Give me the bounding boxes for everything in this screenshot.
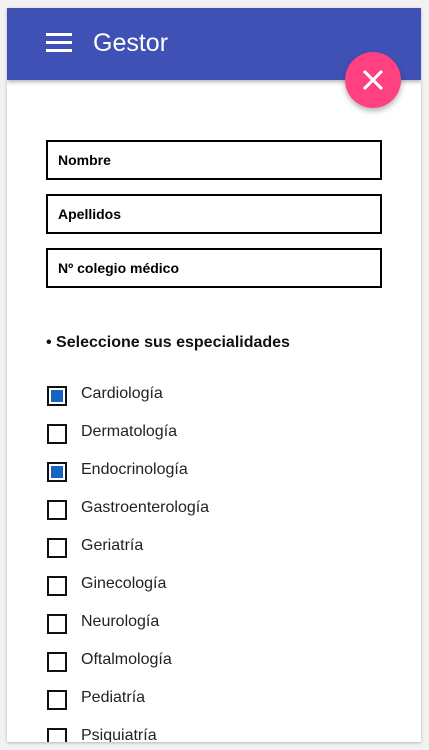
- hamburger-menu-icon[interactable]: [46, 31, 74, 53]
- especialidad-checkbox-row[interactable]: Oftalmología: [46, 648, 386, 676]
- especialidad-label: Endocrinología: [81, 461, 188, 478]
- especialidad-label: Pediatría: [81, 689, 146, 706]
- app-title: Gestor: [93, 29, 169, 57]
- colegio-medico-input[interactable]: [48, 250, 376, 286]
- especialidad-checkbox-row[interactable]: Geriatría: [46, 534, 386, 562]
- especialidad-label: Ginecología: [81, 575, 167, 592]
- checkbox[interactable]: [47, 538, 67, 558]
- checkbox[interactable]: [47, 728, 67, 742]
- especialidad-label: Oftalmología: [81, 651, 172, 668]
- especialidad-checkbox-row[interactable]: Dermatología: [46, 420, 386, 448]
- apellidos-field-wrapper: [46, 194, 382, 234]
- nombre-input[interactable]: [48, 142, 376, 178]
- especialidad-checkbox-row[interactable]: Ginecología: [46, 572, 386, 600]
- especialidad-checkbox-row[interactable]: Endocrinología: [46, 458, 386, 486]
- checkbox[interactable]: [47, 500, 67, 520]
- checkbox[interactable]: [47, 386, 67, 406]
- especialidad-label: Gastroenterología: [81, 499, 210, 516]
- nombre-field-wrapper: [46, 140, 382, 180]
- checkbox[interactable]: [47, 690, 67, 710]
- checkbox[interactable]: [47, 462, 67, 482]
- checkbox[interactable]: [47, 652, 67, 672]
- especialidad-checkbox-row[interactable]: Cardiología: [46, 382, 386, 410]
- especialidad-checkbox-row[interactable]: Neurología: [46, 610, 386, 638]
- especialidad-label: Geriatría: [81, 537, 144, 554]
- close-icon: [363, 70, 383, 90]
- especialidad-label: Psiquiatría: [81, 727, 157, 742]
- app-window: Gestor • Seleccione sus especialidades C…: [7, 8, 421, 742]
- checkbox[interactable]: [47, 576, 67, 596]
- especialidades-heading: • Seleccione sus especialidades: [46, 334, 290, 351]
- especialidad-label: Dermatología: [81, 423, 178, 440]
- especialidad-checkbox-row[interactable]: Gastroenterología: [46, 496, 386, 524]
- checkbox[interactable]: [47, 424, 67, 444]
- close-button[interactable]: [345, 52, 401, 108]
- especialidad-checkbox-row[interactable]: Psiquiatría: [46, 724, 386, 742]
- apellidos-input[interactable]: [48, 196, 376, 232]
- colegio-field-wrapper: [46, 248, 382, 288]
- especialidad-label: Cardiología: [81, 385, 163, 402]
- especialidad-label: Neurología: [81, 613, 160, 630]
- checkbox[interactable]: [47, 614, 67, 634]
- especialidad-checkbox-row[interactable]: Pediatría: [46, 686, 386, 714]
